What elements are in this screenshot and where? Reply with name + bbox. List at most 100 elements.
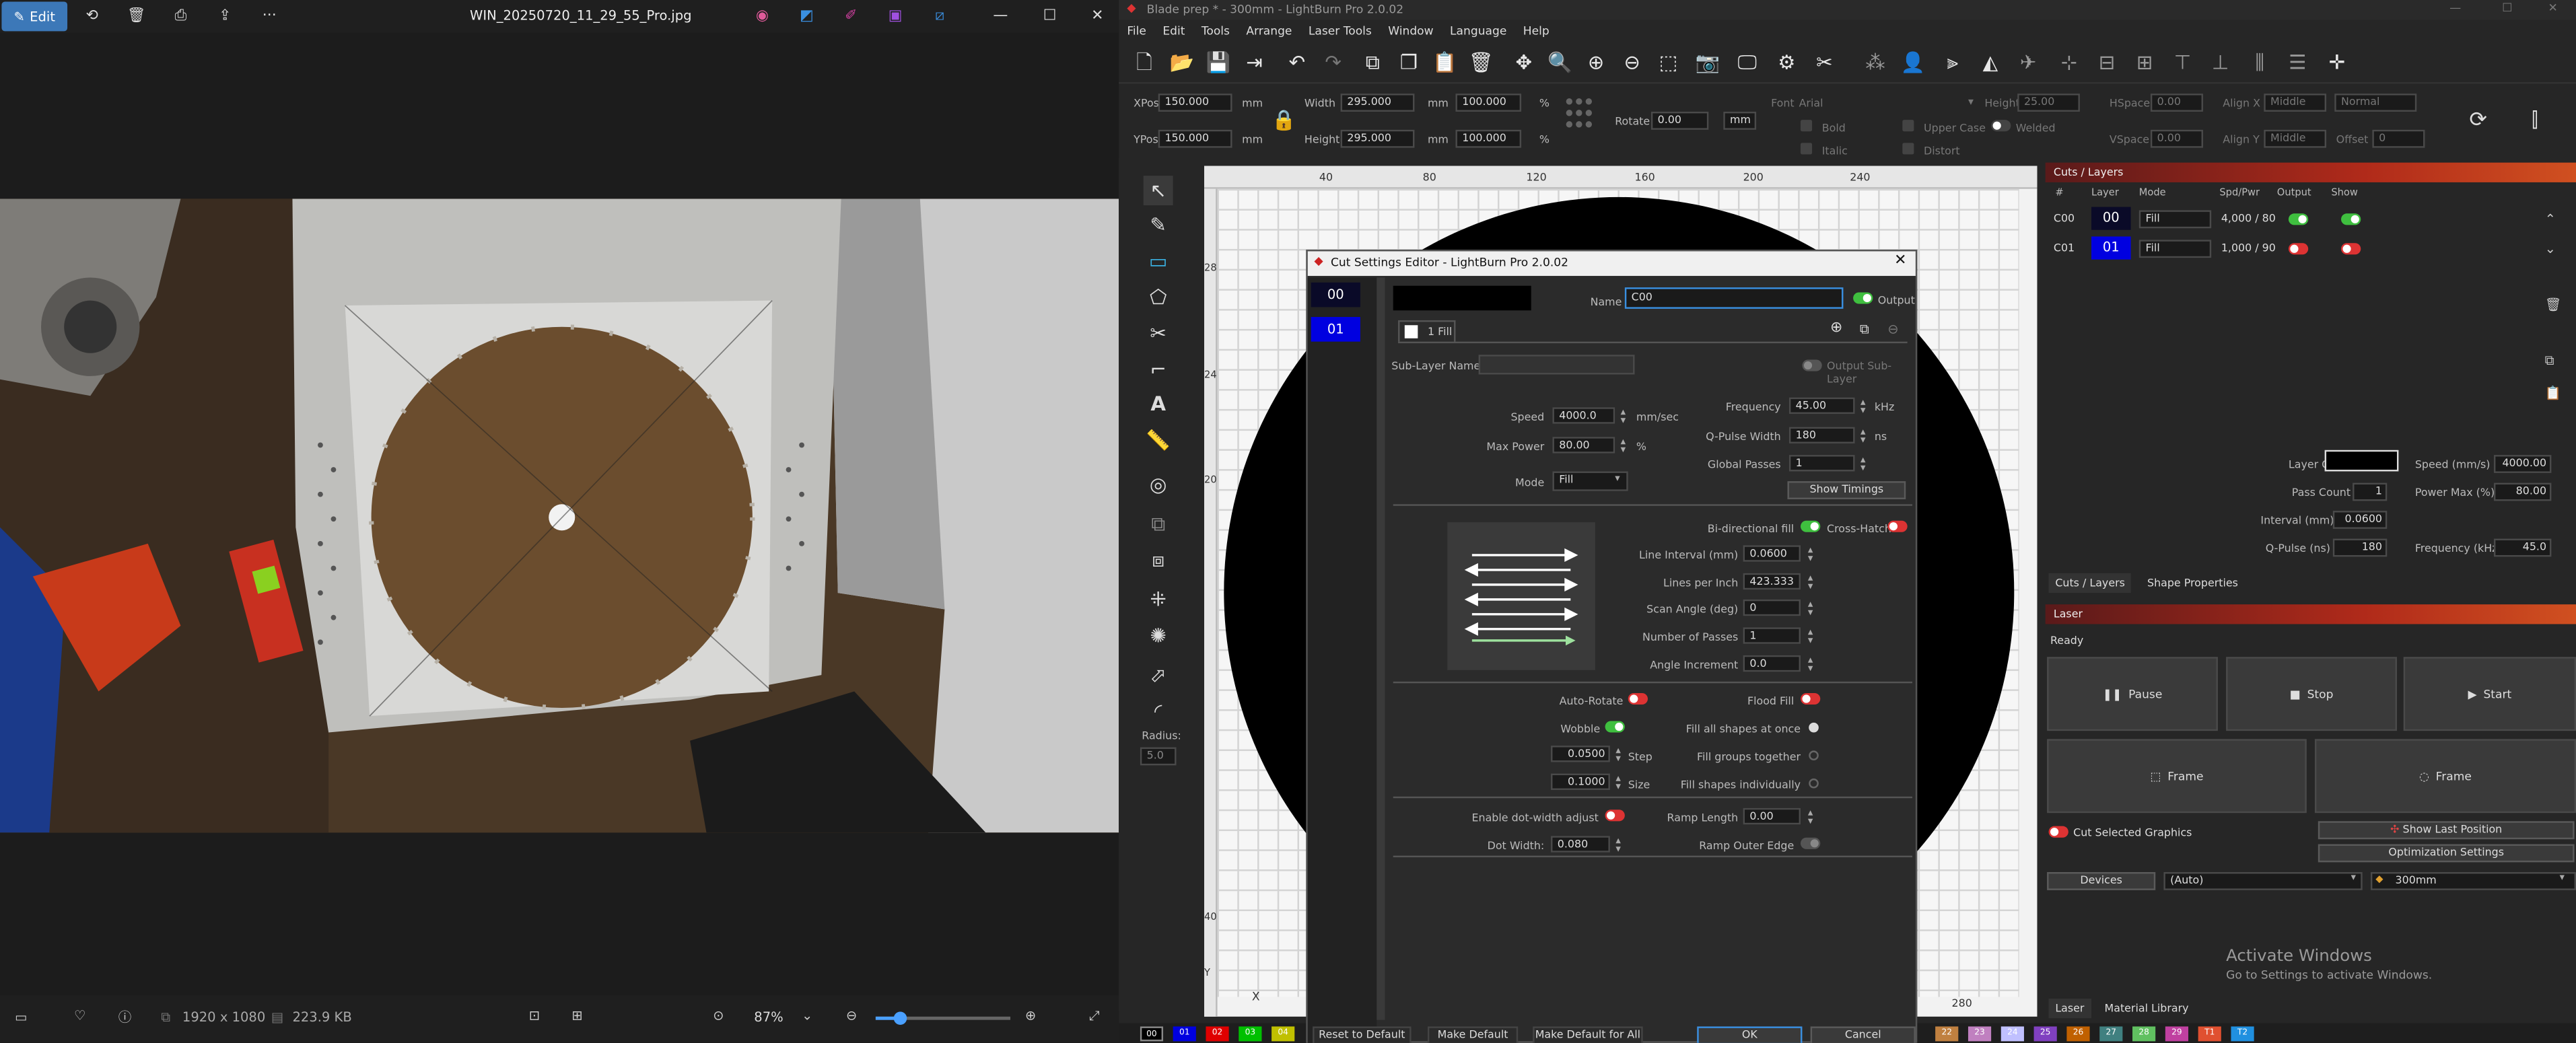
distort-checkbox[interactable]: [1902, 143, 1914, 155]
wobble-size-input[interactable]: 0.1000: [1551, 773, 1610, 790]
scan-angle-input[interactable]: 0: [1743, 599, 1801, 616]
qpulse-input[interactable]: 180: [2332, 538, 2388, 557]
max-power-input[interactable]: 80.00: [1552, 437, 1615, 454]
sublayer-name-input[interactable]: [1478, 355, 1635, 375]
vspace-input[interactable]: 0.00: [2150, 129, 2203, 148]
circular-array-icon[interactable]: ✺: [1144, 621, 1173, 651]
font-dropdown-icon[interactable]: ▾: [1968, 96, 1974, 109]
save-icon[interactable]: 💾: [1204, 49, 1232, 77]
info-icon[interactable]: ⓘ: [118, 1009, 132, 1027]
palette-swatch[interactable]: 28: [2132, 1026, 2156, 1042]
new-file-icon[interactable]: 🗋: [1130, 49, 1158, 77]
device-select[interactable]: 300mm: [2370, 872, 2576, 890]
pause-button[interactable]: ❚❚ Pause: [2047, 657, 2218, 731]
text-scan-icon[interactable]: ⊞: [571, 1009, 582, 1023]
angle-increment-input[interactable]: 0.0: [1743, 655, 1801, 672]
output-sublayer-toggle[interactable]: [1802, 359, 1822, 371]
palette-swatch[interactable]: 04: [1272, 1026, 1295, 1042]
line-icon[interactable]: ✂: [1144, 318, 1173, 348]
import-icon[interactable]: ⧉: [1358, 49, 1386, 77]
panel-icon[interactable]: ⫿: [2532, 108, 2538, 133]
power-max-input[interactable]: 80.00: [2493, 482, 2552, 501]
dot-width-adjust-toggle[interactable]: [1605, 810, 1625, 822]
wobble-size-spinner-icon[interactable]: ▲ ▼: [1613, 774, 1624, 790]
delete-layer-icon[interactable]: 🗑: [2545, 297, 2562, 312]
palette-swatch[interactable]: 25: [2033, 1026, 2057, 1042]
output-toggle[interactable]: [2288, 243, 2309, 255]
text-tool-icon[interactable]: A: [1144, 389, 1173, 419]
palette-swatch[interactable]: T2: [2231, 1026, 2254, 1042]
menu-laser-tools[interactable]: Laser Tools: [1300, 22, 1380, 41]
palette-swatch[interactable]: 03: [1239, 1026, 1262, 1042]
output-toggle[interactable]: [1853, 292, 1873, 304]
show-last-position-button[interactable]: ✣ Show Last Position: [2318, 821, 2575, 840]
boolean-icon[interactable]: ⧈: [1144, 545, 1173, 575]
text-style-select[interactable]: Normal: [2334, 94, 2417, 112]
mode-select[interactable]: Fill: [2138, 240, 2212, 258]
lock-icon[interactable]: 🔒: [1272, 108, 1296, 131]
measure-icon[interactable]: 📏: [1144, 425, 1173, 455]
crosshatch-toggle[interactable]: [1887, 520, 1908, 532]
fill-groups-radio[interactable]: [1809, 750, 1819, 761]
edit-button[interactable]: ✎ Edit: [1, 1, 68, 32]
favorite-icon[interactable]: ♡: [74, 1009, 86, 1023]
palette-swatch[interactable]: 00: [1140, 1026, 1164, 1042]
reset-to-default-button[interactable]: Reset to Default: [1313, 1026, 1412, 1043]
tab-cuts-layers[interactable]: Cuts / Layers: [2048, 573, 2132, 594]
width-input[interactable]: 295.000: [1340, 94, 1415, 112]
output-toggle[interactable]: [2288, 213, 2309, 225]
start-button[interactable]: ▶ Start: [2403, 657, 2576, 731]
max-power-spinner-icon[interactable]: ▲ ▼: [1618, 437, 1628, 453]
cancel-button[interactable]: Cancel: [1810, 1026, 1916, 1043]
select-icon[interactable]: ↖: [1143, 176, 1173, 206]
close-icon[interactable]: ✕: [2548, 1, 2558, 15]
frame-circle-button[interactable]: ◌ Frame: [2314, 739, 2576, 814]
settings-icon[interactable]: ⚙: [1773, 49, 1801, 77]
line-interval-spinner-icon[interactable]: ▲ ▼: [1805, 545, 1815, 561]
make-default-all-button[interactable]: Make Default for All: [1533, 1026, 1643, 1043]
line-interval-input[interactable]: 0.0600: [1743, 545, 1801, 562]
scan-angle-spinner-icon[interactable]: ▲ ▼: [1805, 600, 1815, 616]
radius-input[interactable]: 5.0: [1140, 747, 1177, 766]
ramp-length-spinner-icon[interactable]: ▲ ▼: [1805, 808, 1815, 824]
corner-icon[interactable]: ◜: [1144, 696, 1173, 726]
weld-icon[interactable]: ⧉: [1144, 509, 1173, 539]
frame-rect-button[interactable]: ⬚ Frame: [2047, 739, 2307, 814]
erase-icon[interactable]: ⧄: [930, 7, 949, 26]
visual-search-icon[interactable]: ⊡: [529, 1009, 540, 1023]
edit-photo-icon[interactable]: ◩: [797, 7, 816, 26]
position-icon[interactable]: ⌐: [1144, 355, 1173, 384]
palette-swatch[interactable]: 27: [2099, 1026, 2123, 1042]
anchor-grid-icon[interactable]: ● ● ● ● ● ● ● ● ●: [1566, 97, 1593, 131]
layer-chip-01[interactable]: 01: [1311, 317, 1360, 342]
height-percent-input[interactable]: 100.000: [1455, 129, 1522, 148]
device-dropdown-icon[interactable]: ▾: [2560, 872, 2565, 884]
align-right-icon[interactable]: ⊞: [2131, 49, 2159, 77]
lines-per-inch-input[interactable]: 423.333: [1743, 573, 1801, 590]
draw-icon[interactable]: ✐: [841, 7, 861, 26]
global-passes-input[interactable]: 1: [1788, 455, 1855, 472]
more-icon[interactable]: ···: [260, 7, 279, 26]
grid-array-icon[interactable]: ⁜: [1144, 585, 1173, 614]
distribute-h-icon[interactable]: ⫼: [2246, 49, 2273, 77]
tab-laser[interactable]: Laser: [2048, 998, 2091, 1019]
dot-width-spinner-icon[interactable]: ▲ ▼: [1613, 836, 1624, 852]
layer-list-scrollbar[interactable]: [1377, 277, 1385, 1020]
copilot-icon[interactable]: ◉: [753, 7, 772, 26]
port-dropdown-icon[interactable]: ▾: [2351, 872, 2356, 884]
user-icon[interactable]: 👤: [1899, 49, 1926, 77]
zoom-out-icon[interactable]: ⊖: [846, 1009, 857, 1023]
port-select[interactable]: (Auto): [2163, 872, 2363, 890]
frequency-input[interactable]: 45.00: [1788, 397, 1855, 415]
show-toggle[interactable]: [2340, 243, 2361, 255]
move-up-icon[interactable]: ⌃: [2545, 212, 2556, 227]
palette-swatch[interactable]: 01: [1173, 1026, 1196, 1042]
table-row[interactable]: C01 01 Fill 1,000 / 90: [2046, 235, 2538, 262]
ypos-input[interactable]: 150.000: [1158, 129, 1232, 148]
fill-individually-radio[interactable]: [1809, 778, 1819, 789]
tab-sublayer-fill[interactable]: 1 Fill: [1398, 320, 1456, 342]
wobble-step-spinner-icon[interactable]: ▲ ▼: [1613, 746, 1624, 762]
offset-input[interactable]: 0: [2372, 129, 2425, 148]
zoom-frame-icon[interactable]: ⬚: [1655, 49, 1682, 77]
wobble-toggle[interactable]: [1605, 721, 1625, 733]
